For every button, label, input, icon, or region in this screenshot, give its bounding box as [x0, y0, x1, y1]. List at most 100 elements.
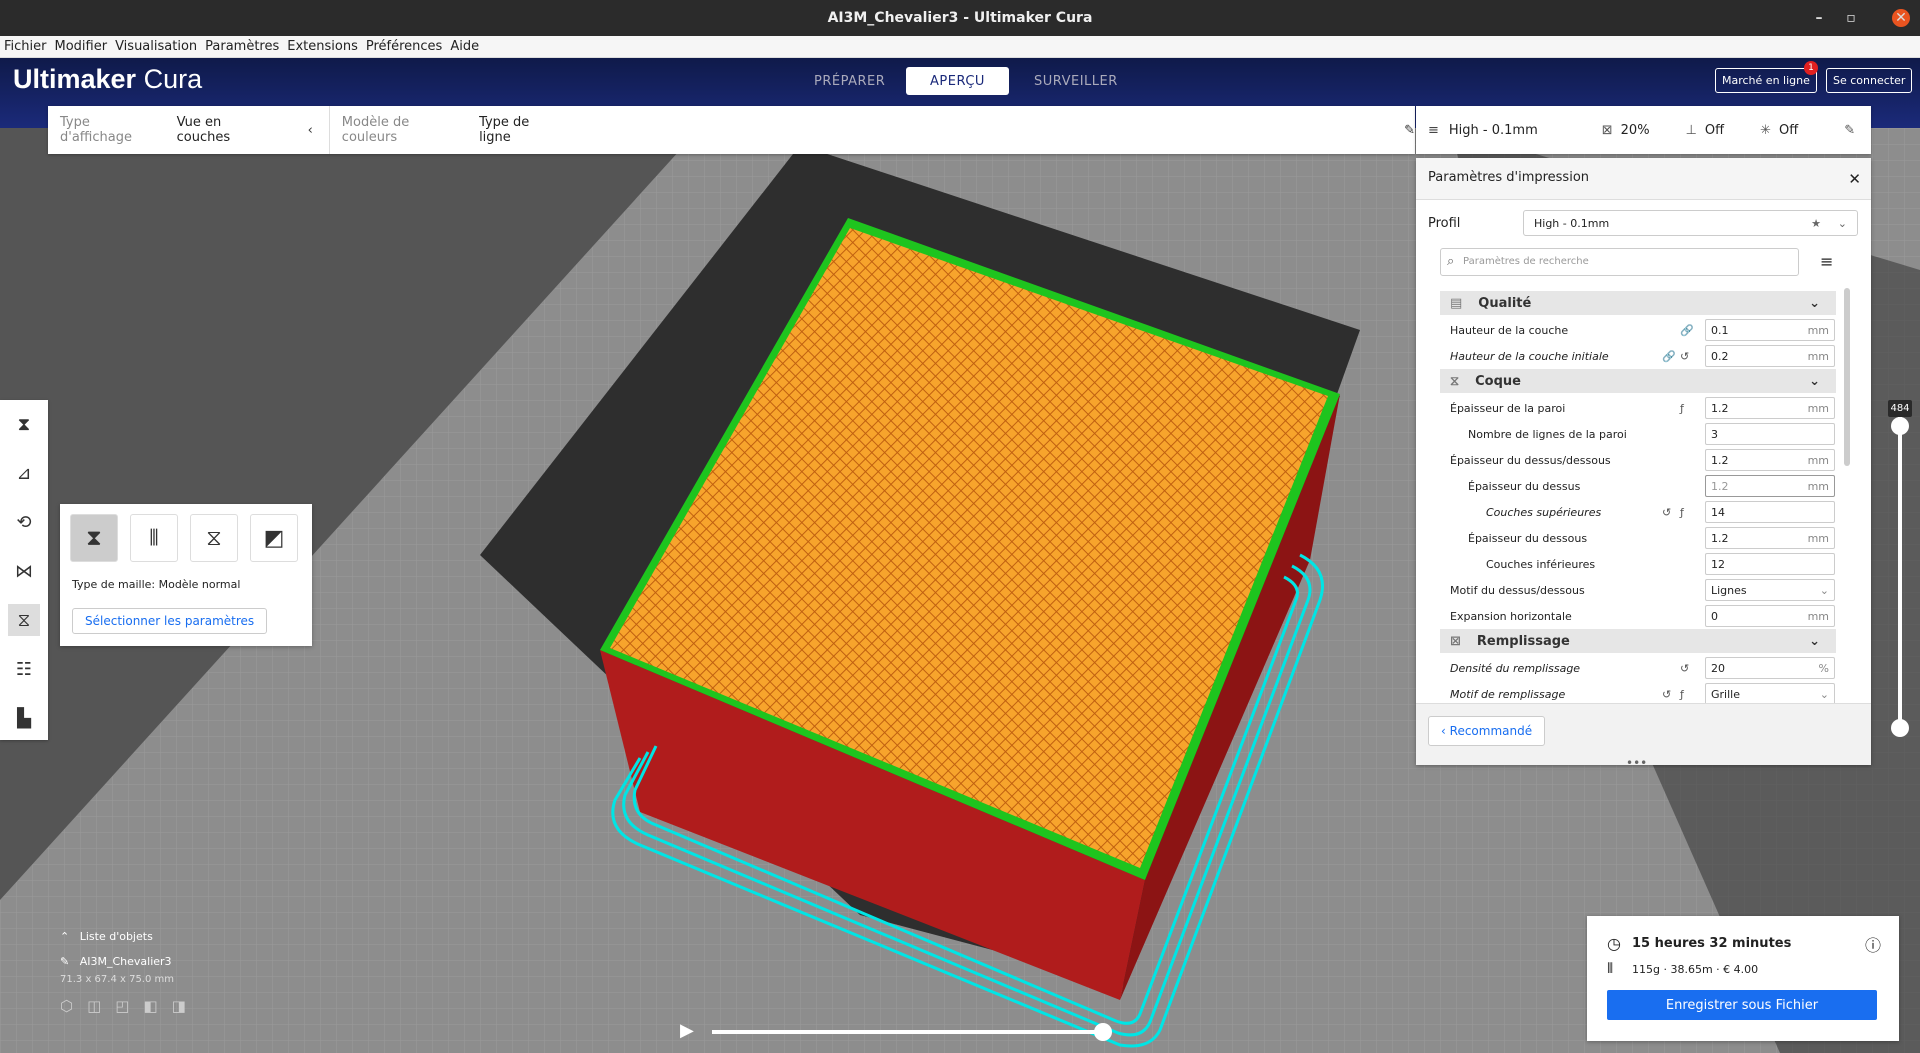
wall-thickness-input[interactable]: 1.2 mm	[1705, 397, 1835, 419]
layer-slider-track[interactable]	[1898, 408, 1902, 730]
reset-icon[interactable]: ↺	[1680, 350, 1689, 363]
top-bottom-pattern-dropdown[interactable]: Lignes ⌄	[1705, 579, 1835, 601]
pencil-icon: ✎	[60, 955, 70, 968]
formula-icon: ƒ	[1680, 401, 1684, 415]
view-type-dropdown[interactable]: Vue en couches	[177, 115, 278, 145]
profile-dropdown[interactable]: High - 0.1mm ★ ⌄	[1523, 210, 1858, 236]
object-name-row[interactable]: ✎ AI3M_Chevalier3	[60, 955, 186, 968]
clock-icon: ◷	[1607, 934, 1621, 953]
select-settings-button[interactable]: Sélectionner les paramètres	[72, 608, 268, 634]
maximize-icon[interactable]: ▫	[1836, 0, 1866, 36]
marketplace-button[interactable]: Marché en ligne	[1715, 68, 1817, 93]
close-icon[interactable]: ✕	[1848, 170, 1861, 188]
wall-line-count-input[interactable]: 3	[1705, 423, 1835, 445]
setting-top-bottom-pattern: Motif du dessus/dessous Lignes ⌄	[1416, 577, 1836, 603]
move-tool-icon[interactable]: ⧗	[8, 408, 40, 440]
color-scheme-dropdown[interactable]: Type de ligne	[479, 115, 564, 145]
notification-badge: 1	[1804, 61, 1818, 75]
setting-bottom-layers: Couches inférieures 12	[1416, 551, 1836, 577]
path-slider-handle[interactable]	[1094, 1023, 1112, 1041]
infill-mesh-icon[interactable]: ◩	[250, 514, 298, 562]
menu-edit[interactable]: Modifier	[51, 39, 112, 54]
reset-icon[interactable]: ↺	[1662, 506, 1671, 519]
horizontal-expansion-input[interactable]: 0 mm	[1705, 605, 1835, 627]
tab-monitor[interactable]: SURVEILLER	[1010, 67, 1142, 95]
initial-layer-height-input[interactable]: 0.2 mm	[1705, 345, 1835, 367]
bottom-thickness-input[interactable]: 1.2 mm	[1705, 527, 1835, 549]
3d-view-icon[interactable]: ⬡	[60, 997, 73, 1015]
bottom-layers-input[interactable]: 12	[1705, 553, 1835, 575]
front-view-icon[interactable]: ◫	[87, 997, 101, 1015]
setting-top-thickness: Épaisseur du dessus 1.2 mm	[1416, 473, 1836, 499]
scale-tool-icon[interactable]: ⊿	[8, 457, 40, 489]
play-icon[interactable]: ▶	[680, 1020, 694, 1041]
setting-wall-line-count: Nombre de lignes de la paroi 3	[1416, 421, 1836, 447]
layer-tool-icon[interactable]: ▙	[8, 702, 40, 734]
pencil-icon[interactable]: ✎	[1404, 123, 1415, 138]
resize-handle-icon[interactable]: •••	[1626, 756, 1647, 770]
window-titlebar: AI3M_Chevalier3 - Ultimaker Cura – ▫ ✕	[0, 0, 1920, 36]
signin-button[interactable]: Se connecter	[1826, 68, 1913, 93]
chevron-down-icon: ⌄	[1809, 633, 1820, 649]
recommended-button[interactable]: ‹ Recommandé	[1428, 716, 1546, 746]
support-summary: Off	[1704, 122, 1725, 138]
mirror-tool-icon[interactable]: ⋈	[8, 555, 40, 587]
infill-pattern-dropdown[interactable]: Grille ⌄	[1705, 683, 1835, 705]
right-view-icon[interactable]: ◨	[172, 997, 186, 1015]
menu-help[interactable]: Aide	[446, 39, 483, 54]
menu-extensions[interactable]: Extensions	[283, 39, 362, 54]
save-to-file-button[interactable]: Enregistrer sous Fichier	[1607, 990, 1877, 1020]
setting-initial-layer-height: Hauteur de la couche initiale 🔗 ↺ 0.2 mm	[1416, 343, 1836, 369]
layer-slider-bottom-handle[interactable]	[1891, 719, 1909, 737]
menu-file[interactable]: Fichier	[0, 39, 51, 54]
profile-label: Profil	[1428, 216, 1461, 231]
top-view-icon[interactable]: ◰	[115, 997, 129, 1015]
reset-icon[interactable]: ↺	[1680, 662, 1689, 675]
top-layers-input[interactable]: 14	[1705, 501, 1835, 523]
settings-scrollbar[interactable]	[1844, 288, 1850, 466]
menu-settings[interactable]: Paramètres	[201, 39, 283, 54]
link-icon: 🔗	[1662, 349, 1676, 363]
menu-preferences[interactable]: Préférences	[362, 39, 446, 54]
top-thickness-input[interactable]: 1.2 mm	[1705, 475, 1835, 497]
infill-density-input[interactable]: 20%	[1705, 657, 1835, 679]
setting-infill-density: Densité du remplissage ↺ 20%	[1416, 655, 1836, 681]
print-as-support-icon[interactable]: ⦀	[130, 514, 178, 562]
normal-model-icon[interactable]: ⧗	[70, 514, 118, 562]
top-bottom-thickness-input[interactable]: 1.2 mm	[1705, 449, 1835, 471]
category-shell[interactable]: ⧖ Coque ⌄	[1440, 369, 1836, 393]
minimize-icon[interactable]: –	[1804, 0, 1834, 36]
menu-view[interactable]: Visualisation	[111, 39, 201, 54]
per-model-settings-icon[interactable]: ⧖	[8, 604, 40, 636]
view-options-bar: Type d'affichage Vue en couches ‹ Modèle…	[48, 106, 1415, 154]
modify-overlap-icon[interactable]: ⧖	[190, 514, 238, 562]
layer-slider-value[interactable]: 484	[1888, 400, 1912, 417]
star-icon[interactable]: ★	[1811, 217, 1821, 230]
category-infill[interactable]: ⊠ Remplissage ⌄	[1440, 629, 1836, 653]
chevron-left-icon[interactable]: ‹	[308, 123, 313, 138]
support-icon: ⊥	[1685, 122, 1697, 138]
mesh-type-popup: ⧗ ⦀ ⧖ ◩ Type de maille: Modèle normal Sé…	[60, 504, 312, 646]
close-icon[interactable]: ✕	[1892, 9, 1910, 27]
chevron-left-icon: ‹	[1441, 724, 1446, 738]
object-list-toggle[interactable]: ⌃ Liste d'objets	[60, 930, 186, 943]
print-setup-bar[interactable]: ≡ High - 0.1mm ⊠ 20% ⊥ Off ✳ Off ✎	[1416, 106, 1871, 154]
left-view-icon[interactable]: ◧	[143, 997, 157, 1015]
support-blocker-icon[interactable]: ☷	[8, 653, 40, 685]
profile-icon: ≡	[1428, 122, 1439, 138]
tab-preview[interactable]: APERÇU	[906, 67, 1009, 95]
hamburger-menu-icon[interactable]: ≡	[1820, 252, 1833, 271]
path-slider-track[interactable]	[712, 1030, 1102, 1034]
tab-prepare[interactable]: PRÉPARER	[790, 67, 909, 95]
pencil-icon[interactable]: ✎	[1844, 123, 1855, 138]
setting-top-layers: Couches supérieures ↺ ƒ 14	[1416, 499, 1836, 525]
layer-height-input[interactable]: 0.1 mm	[1705, 319, 1835, 341]
layer-slider-top-handle[interactable]	[1891, 417, 1909, 435]
infill-summary: 20%	[1620, 122, 1650, 138]
reset-icon[interactable]: ↺	[1662, 688, 1671, 701]
info-icon[interactable]: ⓘ	[1865, 932, 1881, 956]
search-input[interactable]: ⌕ Paramètres de recherche	[1440, 248, 1799, 276]
category-quality[interactable]: ▤ Qualité ⌄	[1440, 291, 1836, 315]
mesh-type-label: Type de maille: Modèle normal	[72, 578, 241, 591]
rotate-tool-icon[interactable]: ⟲	[8, 506, 40, 538]
